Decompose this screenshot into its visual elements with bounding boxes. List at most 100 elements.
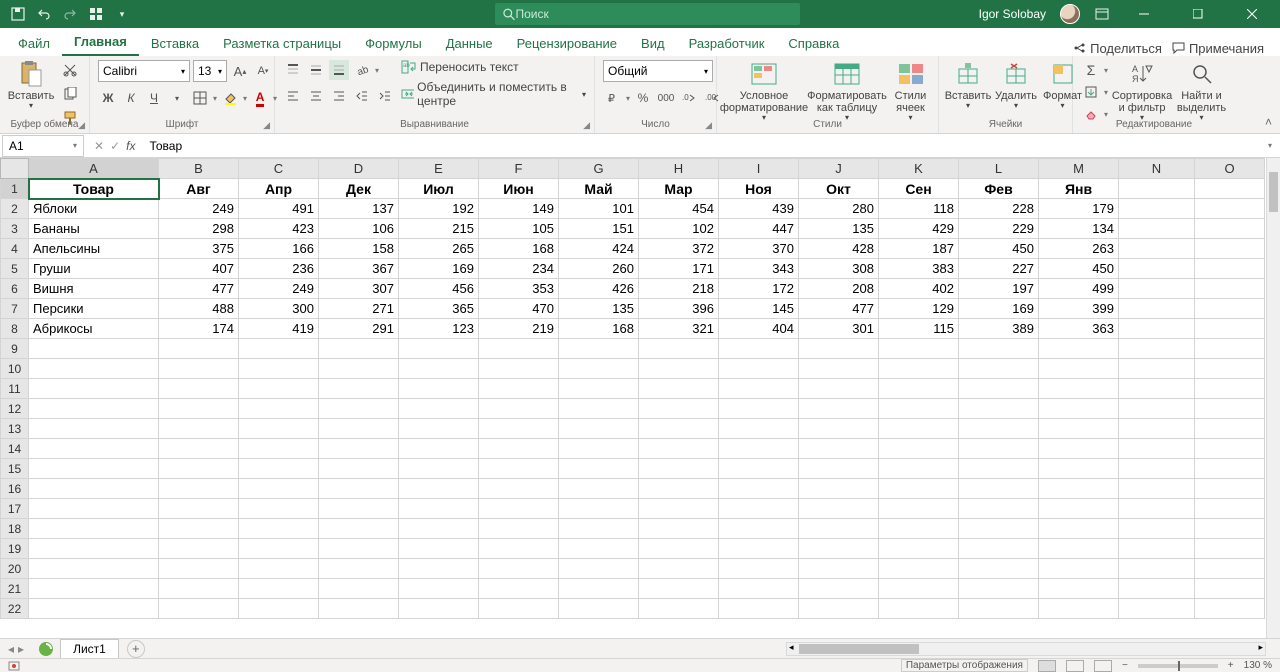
cell[interactable] [799,539,879,559]
cell[interactable] [239,459,319,479]
row-header[interactable]: 14 [1,439,29,459]
cell[interactable] [159,559,239,579]
cell[interactable]: 389 [959,319,1039,339]
cell[interactable] [719,579,799,599]
cell[interactable] [719,439,799,459]
cell[interactable] [239,399,319,419]
cell[interactable] [399,579,479,599]
cell[interactable] [959,579,1039,599]
cell[interactable] [1119,439,1195,459]
cell[interactable]: 169 [959,299,1039,319]
cell[interactable] [1039,419,1119,439]
cell[interactable] [1195,499,1265,519]
cell[interactable]: 321 [639,319,719,339]
cell[interactable] [29,559,159,579]
cell[interactable]: 450 [959,239,1039,259]
cell[interactable] [239,359,319,379]
page-layout-view-icon[interactable] [1066,660,1084,672]
tab-file[interactable]: Файл [6,31,62,56]
cell[interactable]: 169 [399,259,479,279]
cell[interactable] [29,579,159,599]
cell[interactable] [1119,239,1195,259]
cell[interactable]: 404 [719,319,799,339]
cell[interactable]: 499 [1039,279,1119,299]
row-header[interactable]: 11 [1,379,29,399]
cell[interactable]: 375 [159,239,239,259]
cell[interactable] [1195,179,1265,199]
row-header[interactable]: 19 [1,539,29,559]
cell[interactable]: 424 [559,239,639,259]
cell[interactable] [639,519,719,539]
cell[interactable] [239,579,319,599]
column-header[interactable]: M [1039,159,1119,179]
cell[interactable] [29,539,159,559]
cell[interactable] [719,419,799,439]
column-header[interactable]: C [239,159,319,179]
launcher-icon[interactable]: ◢ [263,120,270,131]
cell[interactable] [959,499,1039,519]
cell[interactable] [559,499,639,519]
cell[interactable]: 218 [639,279,719,299]
cell[interactable] [799,519,879,539]
cell[interactable]: 172 [719,279,799,299]
cell[interactable] [479,599,559,619]
cell[interactable] [1195,259,1265,279]
sheet-nav-next-icon[interactable]: ▸ [18,642,24,656]
cell[interactable] [319,419,399,439]
font-name-combo[interactable]: Calibri▾ [98,60,190,82]
cell[interactable] [159,519,239,539]
cell[interactable]: 135 [799,219,879,239]
cell[interactable] [1039,519,1119,539]
cell[interactable] [239,339,319,359]
cell[interactable] [1119,399,1195,419]
accounting-format-icon[interactable]: ₽ [603,88,623,108]
cell[interactable] [719,599,799,619]
cell[interactable] [1039,559,1119,579]
cell[interactable] [959,439,1039,459]
cell[interactable] [799,379,879,399]
cell[interactable] [399,339,479,359]
cell[interactable] [559,459,639,479]
column-header[interactable]: N [1119,159,1195,179]
cell[interactable] [29,339,159,359]
row-header[interactable]: 16 [1,479,29,499]
cell[interactable] [1195,199,1265,219]
delete-cells-button[interactable]: Удалить▾ [995,60,1037,111]
cell[interactable] [879,539,959,559]
font-size-combo[interactable]: 13▾ [193,60,227,82]
cell[interactable] [1119,299,1195,319]
bold-button[interactable]: Ж [98,88,118,108]
cell[interactable] [479,459,559,479]
paste-button[interactable]: Вставить ▾ [8,60,54,111]
cell[interactable] [319,399,399,419]
cell[interactable]: 227 [959,259,1039,279]
cell[interactable]: Июл [399,179,479,199]
align-center-icon[interactable] [306,86,326,106]
cell[interactable] [959,399,1039,419]
cell[interactable]: 491 [239,199,319,219]
tab-data[interactable]: Данные [434,31,505,56]
cell[interactable] [479,379,559,399]
cell[interactable] [639,359,719,379]
column-header[interactable]: E [399,159,479,179]
cell[interactable]: 263 [1039,239,1119,259]
cell[interactable] [1119,339,1195,359]
cell[interactable]: 229 [959,219,1039,239]
cell[interactable] [719,519,799,539]
cell[interactable] [1119,539,1195,559]
cell[interactable] [399,559,479,579]
user-name[interactable]: Igor Solobay [979,7,1046,21]
cell[interactable] [399,459,479,479]
cell[interactable] [479,439,559,459]
underline-dropdown-icon[interactable]: ▾ [167,88,187,108]
column-header[interactable]: K [879,159,959,179]
cell[interactable] [29,359,159,379]
wrap-text-button[interactable]: abПереносить текст [401,60,586,74]
cell[interactable] [719,539,799,559]
cell[interactable] [239,379,319,399]
cell[interactable]: 353 [479,279,559,299]
cell-styles-button[interactable]: Стили ячеек▾ [891,60,930,123]
cell[interactable]: 260 [559,259,639,279]
italic-button[interactable]: К [121,88,141,108]
cell[interactable]: 428 [799,239,879,259]
